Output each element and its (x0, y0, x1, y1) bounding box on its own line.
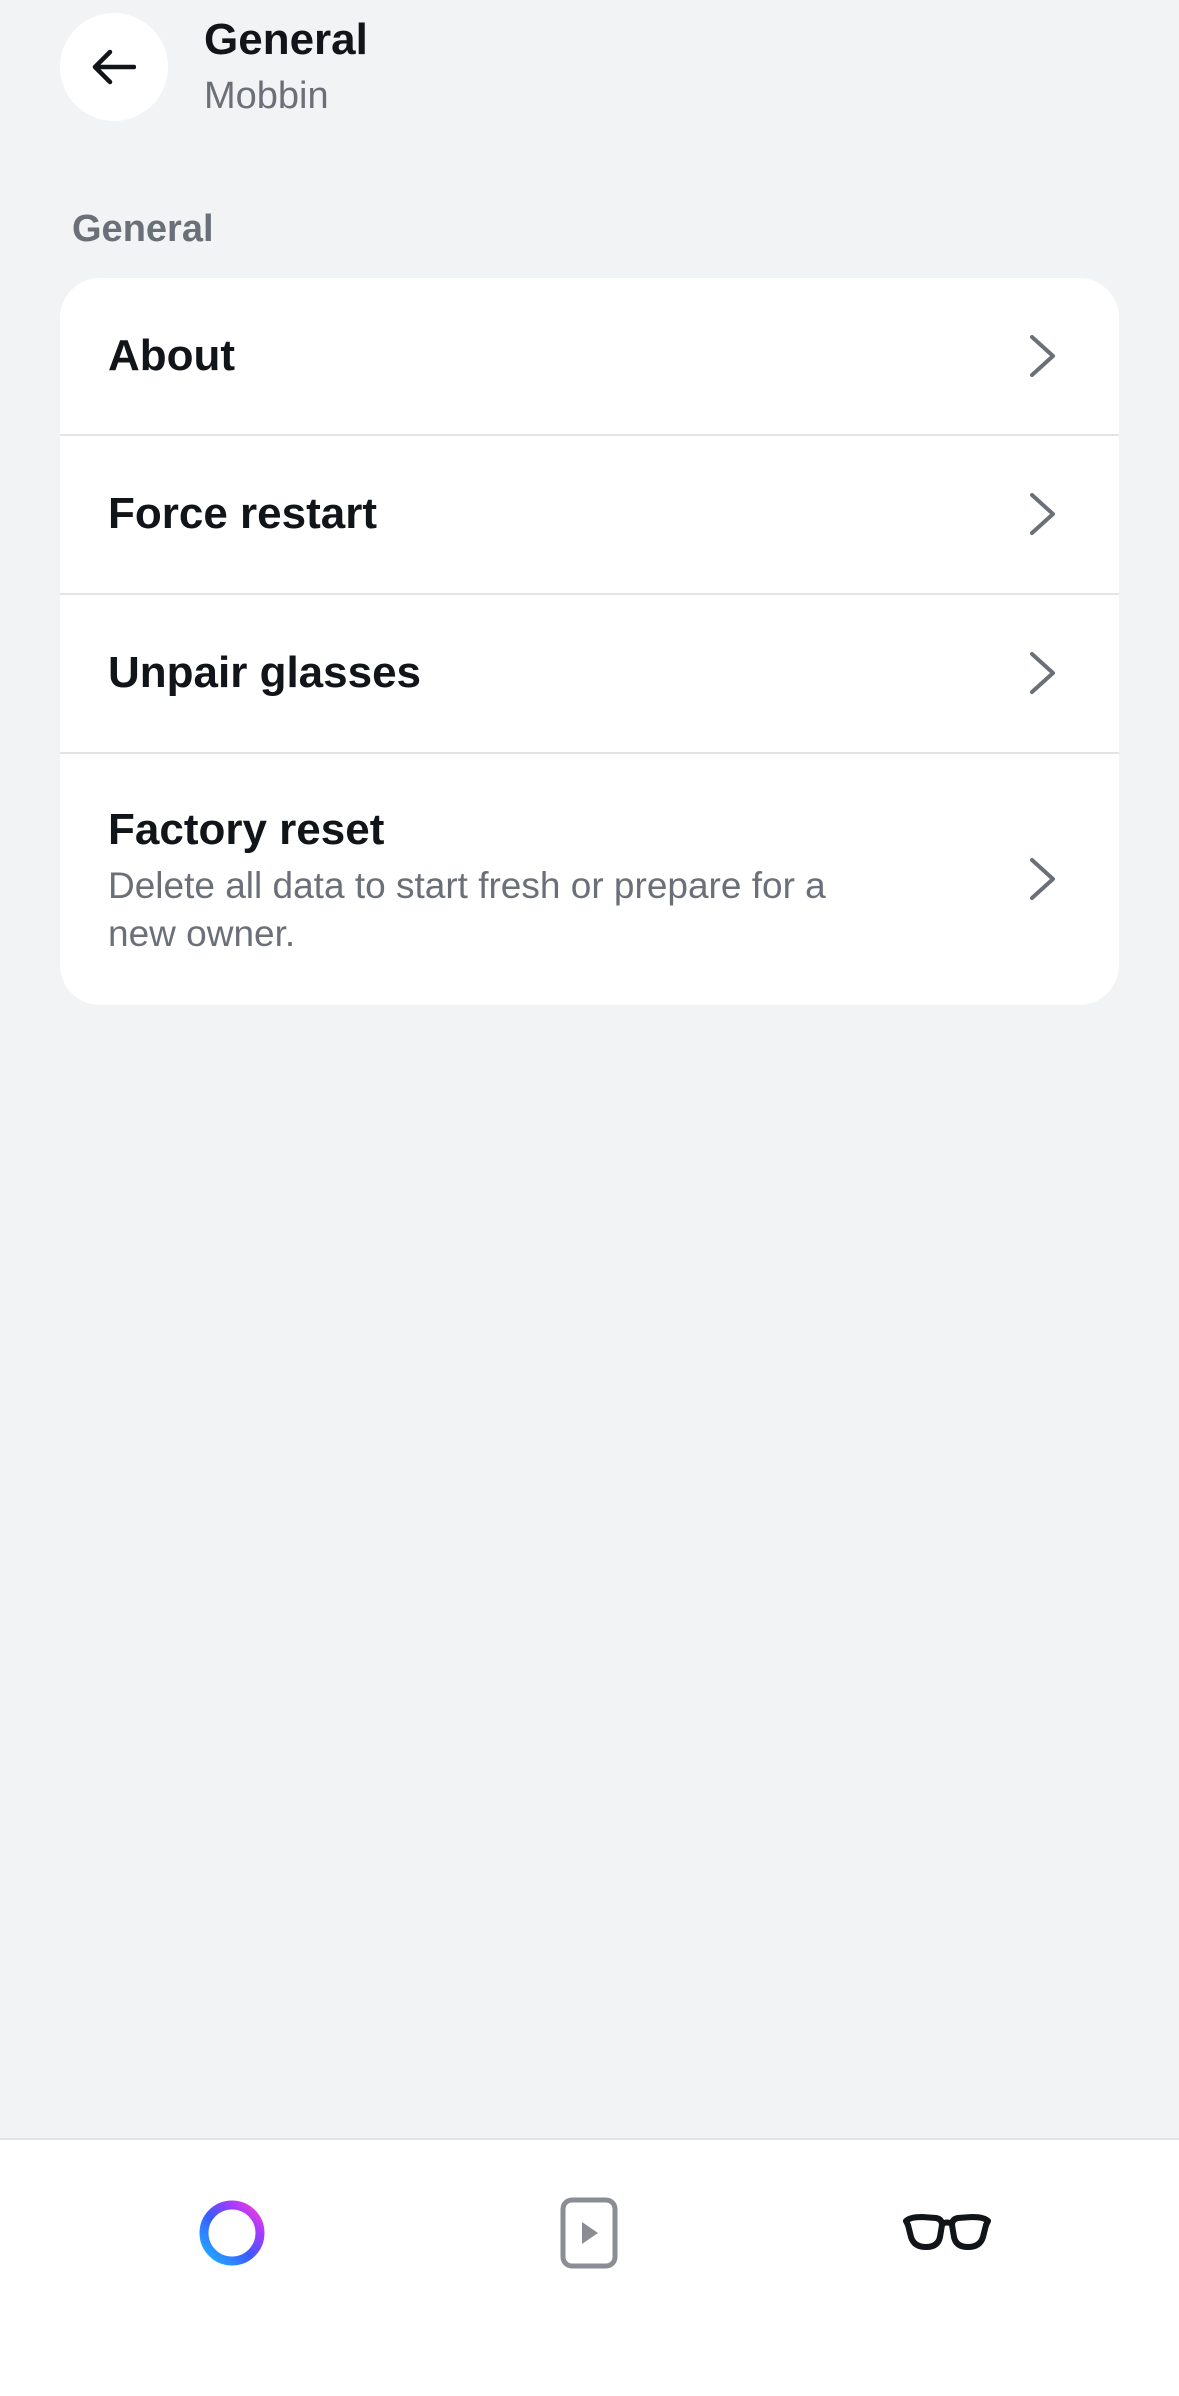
settings-item-label: About (108, 331, 236, 380)
settings-item-unpair-glasses[interactable]: Unpair glasses (60, 595, 1119, 753)
settings-list: About Force restart Unpair glasses Facto… (60, 278, 1119, 1005)
settings-item-factory-reset[interactable]: Factory reset Delete all data to start f… (60, 754, 1119, 1005)
media-play-icon (560, 2197, 618, 2269)
nav-meta-ai[interactable] (177, 2178, 287, 2288)
arrow-left-icon (92, 49, 136, 85)
meta-ai-ring-icon (199, 2200, 265, 2266)
page-title: General (204, 15, 368, 64)
chevron-right-icon (1030, 335, 1055, 377)
settings-item-label: Unpair glasses (108, 648, 422, 697)
bottom-nav (0, 2138, 1179, 2396)
nav-glasses[interactable] (892, 2178, 1002, 2288)
chevron-right-icon (1030, 493, 1055, 535)
back-button[interactable] (60, 13, 168, 121)
settings-item-force-restart[interactable]: Force restart (60, 436, 1119, 594)
chevron-right-icon (1030, 652, 1055, 694)
header: General Mobbin (0, 0, 1179, 130)
settings-item-label: Force restart (108, 489, 378, 538)
section-label: General (72, 208, 214, 250)
settings-item-description: Delete all data to start fresh or prepar… (108, 865, 826, 954)
chevron-right-icon (1030, 858, 1055, 900)
general-settings-screen: General Mobbin General About Force resta… (0, 0, 1179, 2396)
glasses-icon (903, 2214, 991, 2250)
page-subtitle: Mobbin (204, 75, 329, 117)
settings-item-label: Factory reset (108, 805, 385, 854)
settings-item-about[interactable]: About (60, 278, 1119, 435)
nav-media[interactable] (534, 2178, 644, 2288)
